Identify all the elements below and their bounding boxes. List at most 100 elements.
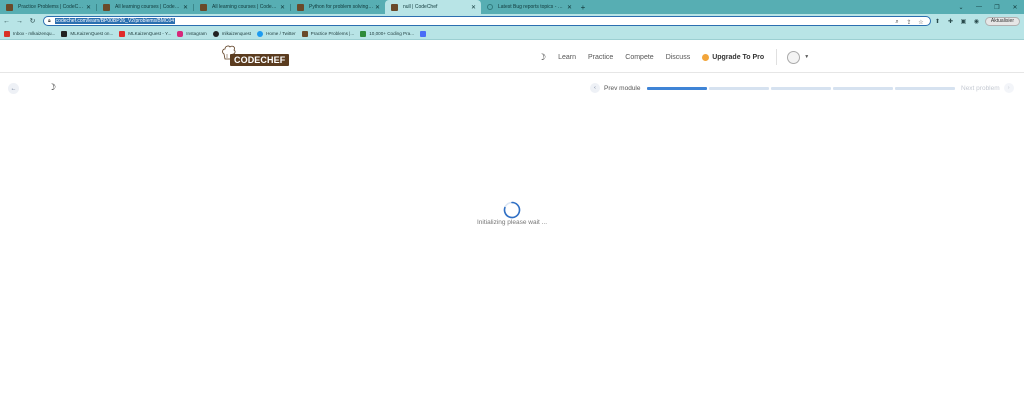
extensions-puzzle-icon[interactable]: ✚ <box>944 18 957 25</box>
loading-spinner-icon <box>503 201 521 219</box>
bookmark-label: Home / Twitter <box>266 31 296 36</box>
bookmark-item[interactable]: 10,000+ Coding Pra... <box>360 30 415 37</box>
progress-segment <box>833 87 893 90</box>
arrow-left-icon: ← <box>10 85 17 92</box>
tab-close-icon[interactable]: ✕ <box>470 4 477 11</box>
loading-message: Initializing please wait ... <box>476 219 548 226</box>
youtube-icon <box>119 30 126 37</box>
tab-title: All learning courses | CodeChef <box>212 4 279 10</box>
window-controls: ⌄ — ❐ ✕ <box>952 0 1024 14</box>
bookmark-label: Practice Problems |... <box>310 31 355 36</box>
side-panel-icon[interactable]: ▣ <box>957 18 970 25</box>
browser-tab[interactable]: All learning courses | CodeChef ✕ <box>97 0 193 14</box>
bookmark-label: Instagram <box>186 31 207 36</box>
browser-tab[interactable]: Python for problem solving - 2 | ✕ <box>291 0 385 14</box>
bookmarks-bar: Inbox - mlkaizenqu... MLKaizenQuest on..… <box>0 28 1024 40</box>
github-icon <box>212 30 219 37</box>
progress-segment <box>709 87 769 90</box>
minimize-icon[interactable]: — <box>970 4 988 10</box>
codechef-logo[interactable]: CODECHEF <box>221 45 290 69</box>
bookmark-item[interactable]: MLKaizenQuest on... <box>61 30 114 37</box>
forward-arrow-icon[interactable]: → <box>13 18 26 25</box>
site-nav: ☽ Learn Practice Compete Discuss Upgrade… <box>538 41 809 73</box>
tab-close-icon[interactable]: ✕ <box>279 4 286 11</box>
bookmark-item[interactable]: Instagram <box>177 30 207 37</box>
twitter-icon <box>257 30 264 37</box>
loading-favicon-icon <box>487 4 493 10</box>
logo-wordmark: CODECHEF <box>230 54 290 66</box>
bookmark-label: 10,000+ Coding Pra... <box>369 31 415 36</box>
nav-learn[interactable]: Learn <box>558 54 576 61</box>
lock-icon[interactable]: 🔒︎ <box>48 18 51 24</box>
browser-tab[interactable]: Practice Problems | CodeChef ✕ <box>0 0 96 14</box>
nav-compete[interactable]: Compete <box>625 54 653 61</box>
maximize-icon[interactable]: ❐ <box>988 4 1006 11</box>
prev-module-button[interactable]: ‹ Prev module <box>590 83 641 93</box>
theme-toggle-moon-icon[interactable]: ☽ <box>48 82 56 93</box>
tab-close-icon[interactable]: ✕ <box>566 4 573 11</box>
address-url[interactable]: codechef.com/learn/BP00BP26_V2/problems/… <box>54 18 176 24</box>
next-problem-button[interactable]: Next problem › <box>961 83 1014 93</box>
bookmark-label: MLKaizenQuest - Y... <box>128 31 172 36</box>
upgrade-to-pro-button[interactable]: Upgrade To Pro <box>702 53 765 61</box>
prev-module-label: Prev module <box>604 84 641 92</box>
bookmark-item[interactable]: Home / Twitter <box>257 30 296 37</box>
close-window-icon[interactable]: ✕ <box>1006 4 1024 11</box>
back-arrow-icon[interactable]: ← <box>0 18 13 25</box>
tab-title: Latest Bug reports topics - Codec <box>498 4 566 10</box>
progress-segment <box>771 87 831 90</box>
bookmark-item[interactable]: mlkaizenquest <box>212 30 252 37</box>
app-icon <box>61 30 68 37</box>
theme-toggle-moon-icon[interactable]: ☽ <box>538 52 546 63</box>
tab-close-icon[interactable]: ✕ <box>374 4 381 11</box>
bookmark-label: Inbox - mlkaizenqu... <box>13 31 56 36</box>
browser-tab[interactable]: All learning courses | CodeChef ✕ <box>194 0 290 14</box>
browser-tab-active[interactable]: null | CodeChef ✕ <box>385 0 481 14</box>
module-progress-bar <box>647 87 955 90</box>
instagram-icon <box>177 30 184 37</box>
bookmark-label: mlkaizenquest <box>221 31 252 36</box>
tab-title: All learning courses | CodeChef <box>115 4 182 10</box>
bookmark-item[interactable]: Inbox - mlkaizenqu... <box>4 30 56 37</box>
address-bar[interactable]: 🔒︎ codechef.com/learn/BP00BP26_V2/proble… <box>43 16 931 26</box>
bookmark-item[interactable]: MLKaizenQuest - Y... <box>119 30 172 37</box>
next-problem-label: Next problem <box>961 84 1000 92</box>
progress-segment <box>895 87 955 90</box>
chevron-down-icon[interactable]: ▼ <box>804 54 809 60</box>
zoom-icon[interactable]: ⌕ <box>891 19 903 26</box>
upgrade-label: Upgrade To Pro <box>712 53 765 61</box>
share-icon[interactable]: ⇪ <box>903 19 915 26</box>
translate-icon <box>420 30 427 37</box>
sidebar-back-button[interactable]: ← <box>8 83 19 94</box>
new-tab-button[interactable]: + <box>577 3 589 12</box>
nav-discuss[interactable]: Discuss <box>666 54 691 61</box>
tab-search-icon[interactable]: ⌄ <box>952 4 970 11</box>
update-button[interactable]: Aktualisier <box>984 16 1020 26</box>
tab-close-icon[interactable]: ✕ <box>182 4 189 11</box>
coding-site-icon <box>360 30 367 37</box>
browser-toolbar: ← → ↻ 🔒︎ codechef.com/learn/BP00BP26_V2/… <box>0 14 1024 28</box>
codechef-favicon-icon <box>301 30 308 37</box>
bookmark-label: MLKaizenQuest on... <box>70 31 114 36</box>
site-header: CODECHEF ☽ Learn Practice Compete Discus… <box>0 41 1024 73</box>
progress-segment <box>647 87 707 90</box>
profile-icon[interactable]: ◉ <box>970 18 983 25</box>
tab-close-icon[interactable]: ✕ <box>85 4 92 11</box>
gmail-icon <box>4 30 10 37</box>
tab-title: null | CodeChef <box>403 4 438 10</box>
bookmark-item[interactable]: Practice Problems |... <box>301 30 355 37</box>
avatar[interactable] <box>787 50 801 64</box>
bookmark-star-icon[interactable]: ☆ <box>915 19 927 26</box>
codechef-favicon-icon <box>200 3 207 11</box>
tab-title: Practice Problems | CodeChef <box>18 4 85 10</box>
bookmark-item[interactable] <box>420 30 429 37</box>
extension-pin-icon[interactable]: ⬆ <box>931 18 944 25</box>
codechef-favicon-icon <box>391 3 398 11</box>
browser-tab-strip: Practice Problems | CodeChef ✕ All learn… <box>0 0 1024 14</box>
tab-title: Python for problem solving - 2 | <box>309 4 374 10</box>
codechef-favicon-icon <box>6 3 13 11</box>
browser-tab[interactable]: Latest Bug reports topics - Codec ✕ <box>481 0 577 14</box>
nav-practice[interactable]: Practice <box>588 54 613 61</box>
codechef-favicon-icon <box>103 3 110 11</box>
reload-icon[interactable]: ↻ <box>26 17 39 25</box>
